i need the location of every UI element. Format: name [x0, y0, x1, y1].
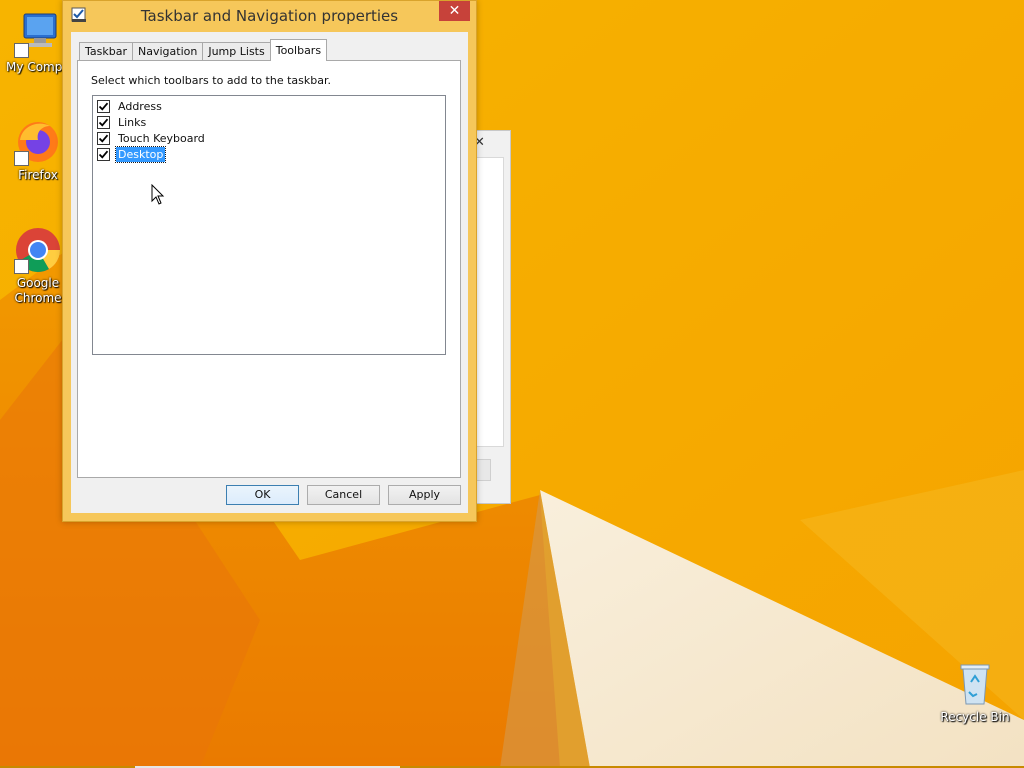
checkmark-icon [98, 150, 109, 159]
desktop-icon-label: Recycle Bin [940, 710, 1010, 724]
dialog-title: Taskbar and Navigation properties [140, 7, 399, 25]
checkbox-touch-keyboard[interactable] [97, 131, 110, 145]
computer-icon [14, 10, 62, 58]
list-item-label: Touch Keyboard [118, 131, 205, 145]
checkmark-icon [98, 118, 109, 127]
checkbox-desktop[interactable] [97, 147, 110, 161]
dialog-button-row: OK Cancel Apply [71, 485, 468, 507]
shortcut-arrow-icon [14, 43, 29, 58]
tab-strip: Taskbar Navigation Jump Lists Toolbars [79, 39, 328, 61]
checkbox-address[interactable] [97, 99, 110, 113]
properties-icon [71, 7, 87, 23]
title-bar[interactable]: Taskbar and Navigation properties ✕ [63, 1, 476, 31]
ok-button[interactable]: OK [226, 485, 299, 505]
apply-button[interactable]: Apply [388, 485, 461, 505]
close-button[interactable]: ✕ [439, 1, 470, 21]
dialog-client-area: Taskbar Navigation Jump Lists Toolbars S… [71, 32, 468, 513]
list-item-desktop[interactable]: Desktop [97, 145, 167, 163]
toolbars-tab-panel: Select which toolbars to add to the task… [77, 60, 461, 478]
shortcut-arrow-icon [14, 151, 29, 166]
taskbar-properties-dialog: Taskbar and Navigation properties ✕ Task… [62, 0, 477, 522]
recycle-bin-icon [951, 660, 999, 708]
list-item-links[interactable]: Links [97, 114, 148, 130]
checkmark-icon [98, 134, 109, 143]
tab-jump-lists[interactable]: Jump Lists [202, 42, 271, 61]
toolbar-list[interactable]: Address Links Touch Keyboard Desktop [92, 95, 446, 355]
background-window[interactable]: ✕ [474, 130, 511, 504]
instruction-text: Select which toolbars to add to the task… [91, 74, 331, 87]
list-item-label: Address [118, 99, 162, 113]
tab-toolbars[interactable]: Toolbars [269, 39, 328, 61]
list-item-address[interactable]: Address [97, 98, 164, 114]
background-window-content [474, 157, 504, 447]
desktop: My Compu Firefox Google Chrome Recycle B… [0, 0, 1024, 768]
firefox-icon [14, 118, 62, 166]
checkbox-links[interactable] [97, 115, 110, 129]
list-item-touch-keyboard[interactable]: Touch Keyboard [97, 130, 207, 146]
shortcut-arrow-icon [14, 259, 29, 274]
cancel-button[interactable]: Cancel [307, 485, 380, 505]
checkmark-icon [98, 102, 109, 111]
close-icon: ✕ [448, 3, 461, 19]
mouse-cursor-icon [151, 184, 165, 205]
tab-taskbar[interactable]: Taskbar [79, 42, 133, 61]
list-item-label: Links [118, 115, 147, 129]
list-item-label: Desktop [114, 145, 167, 163]
chrome-icon [14, 226, 62, 274]
tab-navigation[interactable]: Navigation [132, 42, 204, 61]
desktop-icon-recycle-bin[interactable]: Recycle Bin [937, 660, 1013, 725]
